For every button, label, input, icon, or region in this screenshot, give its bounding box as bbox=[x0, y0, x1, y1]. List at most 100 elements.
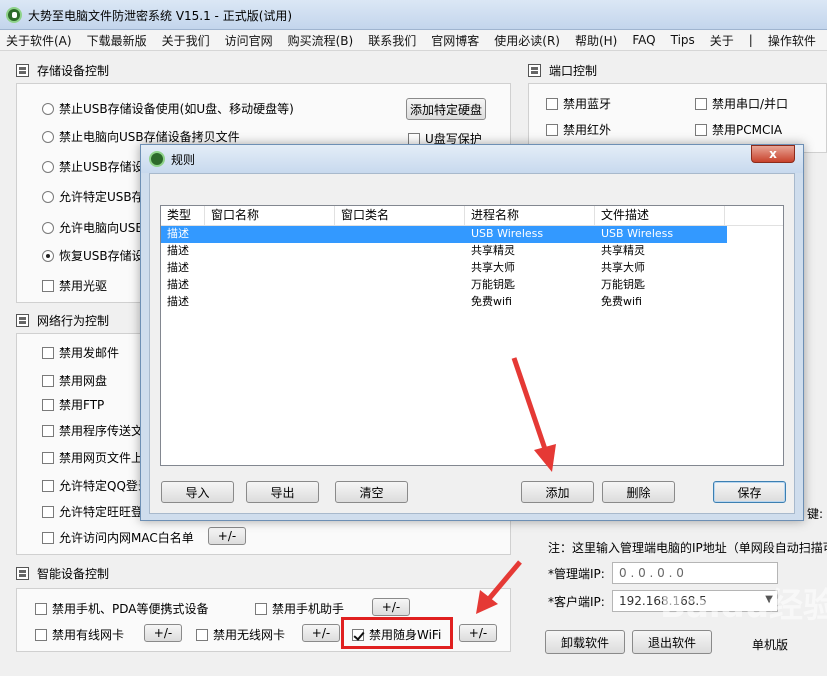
clear-button[interactable]: 清空 bbox=[335, 481, 408, 503]
network-item-7[interactable]: 允许特定旺旺登 bbox=[42, 503, 143, 520]
checkbox[interactable] bbox=[35, 628, 47, 641]
checkbox[interactable] bbox=[42, 374, 54, 387]
checkbox[interactable] bbox=[42, 279, 54, 292]
column-header-window-class[interactable]: 窗口类名 bbox=[335, 206, 465, 225]
table-cell bbox=[335, 277, 465, 294]
delete-button[interactable]: 删除 bbox=[602, 481, 675, 503]
column-header-type[interactable]: 类型 bbox=[161, 206, 205, 225]
table-row[interactable]: 描述 共享精灵 共享精灵 bbox=[161, 243, 783, 260]
checkbox[interactable] bbox=[42, 505, 54, 518]
network-item-2[interactable]: 禁用网盘 bbox=[42, 372, 107, 389]
storage-option-2[interactable]: 禁止电脑向USB存储设备拷贝文件 bbox=[42, 128, 240, 145]
column-header-window-name[interactable]: 窗口名称 bbox=[205, 206, 335, 225]
export-button[interactable]: 导出 bbox=[246, 481, 319, 503]
checkbox[interactable] bbox=[255, 602, 267, 615]
uninstall-button[interactable]: 卸载软件 bbox=[545, 630, 625, 654]
storage-option-4[interactable]: 允许特定USB存 bbox=[42, 188, 144, 205]
checkbox[interactable] bbox=[42, 451, 54, 464]
rules-list[interactable]: 类型 窗口名称 窗口类名 进程名称 文件描述 描述 USB Wireless U… bbox=[160, 205, 784, 466]
network-item-6[interactable]: 允许特定QQ登录 bbox=[42, 477, 150, 494]
storage-option-6[interactable]: 恢复USB存储设 bbox=[42, 247, 144, 264]
disable-wired-nic[interactable]: 禁用有线网卡 bbox=[35, 626, 124, 643]
table-row[interactable]: 描述 免费wifi 免费wifi bbox=[161, 294, 783, 311]
add-button[interactable]: 添加 bbox=[521, 481, 594, 503]
storage-option-1[interactable]: 禁止USB存储设备使用(如U盘、移动硬盘等) bbox=[42, 100, 294, 117]
portable-wifi-config-button[interactable]: +/- bbox=[459, 624, 497, 642]
network-item-1[interactable]: 禁用发邮件 bbox=[42, 344, 119, 361]
disable-wireless-nic[interactable]: 禁用无线网卡 bbox=[196, 626, 285, 643]
menu-website[interactable]: 访问官网 bbox=[225, 32, 273, 49]
exit-button[interactable]: 退出软件 bbox=[632, 630, 712, 654]
menu-contact[interactable]: 联系我们 bbox=[368, 32, 416, 49]
table-cell bbox=[205, 260, 335, 277]
menu-tips[interactable]: Tips bbox=[671, 33, 695, 47]
checkbox[interactable] bbox=[42, 398, 54, 411]
import-button[interactable]: 导入 bbox=[161, 481, 234, 503]
checkbox[interactable] bbox=[196, 628, 208, 641]
disable-phone-helper[interactable]: 禁用手机助手 bbox=[255, 600, 344, 617]
checkbox[interactable] bbox=[408, 132, 420, 145]
disable-pcmcia[interactable]: 禁用PCMCIA bbox=[695, 121, 782, 138]
table-cell bbox=[205, 243, 335, 260]
disable-phone-pda[interactable]: 禁用手机、PDA等便携式设备 bbox=[35, 600, 208, 617]
close-button[interactable]: x bbox=[751, 145, 795, 163]
column-header-process-name[interactable]: 进程名称 bbox=[465, 206, 595, 225]
table-cell: 免费wifi bbox=[601, 295, 642, 308]
network-item-3[interactable]: 禁用FTP bbox=[42, 396, 104, 413]
radio-button[interactable] bbox=[42, 190, 54, 203]
storage-section-header: 存储设备控制 bbox=[16, 62, 109, 79]
network-item-5[interactable]: 禁用网页文件上 bbox=[42, 449, 143, 466]
menu-separator: | bbox=[748, 33, 753, 47]
table-row[interactable]: 描述 万能钥匙 万能钥匙 bbox=[161, 277, 783, 294]
radio-button[interactable] bbox=[42, 221, 54, 234]
radio-button[interactable] bbox=[42, 130, 54, 143]
checkbox-checked[interactable] bbox=[352, 628, 364, 641]
network-item-8[interactable]: 允许访问内网MAC白名单 bbox=[42, 529, 194, 546]
checkbox[interactable] bbox=[42, 424, 54, 437]
menu-must-read[interactable]: 使用必读(R) bbox=[494, 32, 560, 49]
add-disk-button[interactable]: 添加特定硬盘 bbox=[406, 98, 486, 120]
save-button[interactable]: 保存 bbox=[713, 481, 786, 503]
checkbox[interactable] bbox=[42, 346, 54, 359]
checkbox[interactable] bbox=[695, 123, 707, 136]
checkbox[interactable] bbox=[42, 479, 54, 492]
checkbox[interactable] bbox=[42, 531, 54, 544]
menu-about[interactable]: 关于 bbox=[710, 32, 734, 49]
disable-infrared[interactable]: 禁用红外 bbox=[546, 121, 611, 138]
storage-option-3[interactable]: 禁止USB存储设 bbox=[42, 158, 144, 175]
menu-purchase[interactable]: 购买流程(B) bbox=[288, 32, 354, 49]
menu-about-us[interactable]: 关于我们 bbox=[162, 32, 210, 49]
disable-bluetooth[interactable]: 禁用蓝牙 bbox=[546, 95, 611, 112]
table-row[interactable]: 描述 共享大师 共享大师 bbox=[161, 260, 783, 277]
dialog-title-bar: 规则 x bbox=[141, 145, 803, 173]
menu-about-software[interactable]: 关于软件(A) bbox=[6, 32, 72, 49]
checkbox[interactable] bbox=[546, 97, 558, 110]
mac-whitelist-button[interactable]: +/- bbox=[208, 527, 246, 545]
menu-operate[interactable]: 操作软件 bbox=[768, 32, 816, 49]
network-section-header: 网络行为控制 bbox=[16, 312, 109, 329]
checkbox[interactable] bbox=[695, 97, 707, 110]
wireless-nic-config-button[interactable]: +/- bbox=[302, 624, 340, 642]
menu-help[interactable]: 帮助(H) bbox=[575, 32, 617, 49]
table-cell bbox=[205, 226, 335, 243]
radio-button-selected[interactable] bbox=[42, 249, 54, 262]
table-row[interactable]: 描述 USB Wireless USB Wireless bbox=[161, 226, 727, 243]
disable-portable-wifi[interactable]: 禁用随身WiFi bbox=[352, 626, 441, 643]
checkbox-label: 禁用FTP bbox=[59, 398, 105, 412]
phone-helper-config-button[interactable]: +/- bbox=[372, 598, 410, 616]
menu-blog[interactable]: 官网博客 bbox=[431, 32, 479, 49]
radio-button[interactable] bbox=[42, 160, 54, 173]
menu-download[interactable]: 下载最新版 bbox=[87, 32, 147, 49]
checkbox[interactable] bbox=[35, 602, 47, 615]
storage-option-5[interactable]: 允许电脑向USB bbox=[42, 219, 144, 236]
network-item-4[interactable]: 禁用程序传送文 bbox=[42, 422, 143, 439]
checkbox[interactable] bbox=[546, 123, 558, 136]
column-header-file-desc[interactable]: 文件描述 bbox=[595, 206, 725, 225]
menu-faq[interactable]: FAQ bbox=[632, 33, 655, 47]
radio-button[interactable] bbox=[42, 102, 54, 115]
storage-section-title: 存储设备控制 bbox=[37, 64, 110, 78]
wired-nic-config-button[interactable]: +/- bbox=[144, 624, 182, 642]
disable-serial[interactable]: 禁用串口/并口 bbox=[695, 95, 788, 112]
disable-cdrom[interactable]: 禁用光驱 bbox=[42, 277, 107, 294]
radio-label: 禁止USB存储设备使用(如U盘、移动硬盘等) bbox=[59, 102, 294, 116]
